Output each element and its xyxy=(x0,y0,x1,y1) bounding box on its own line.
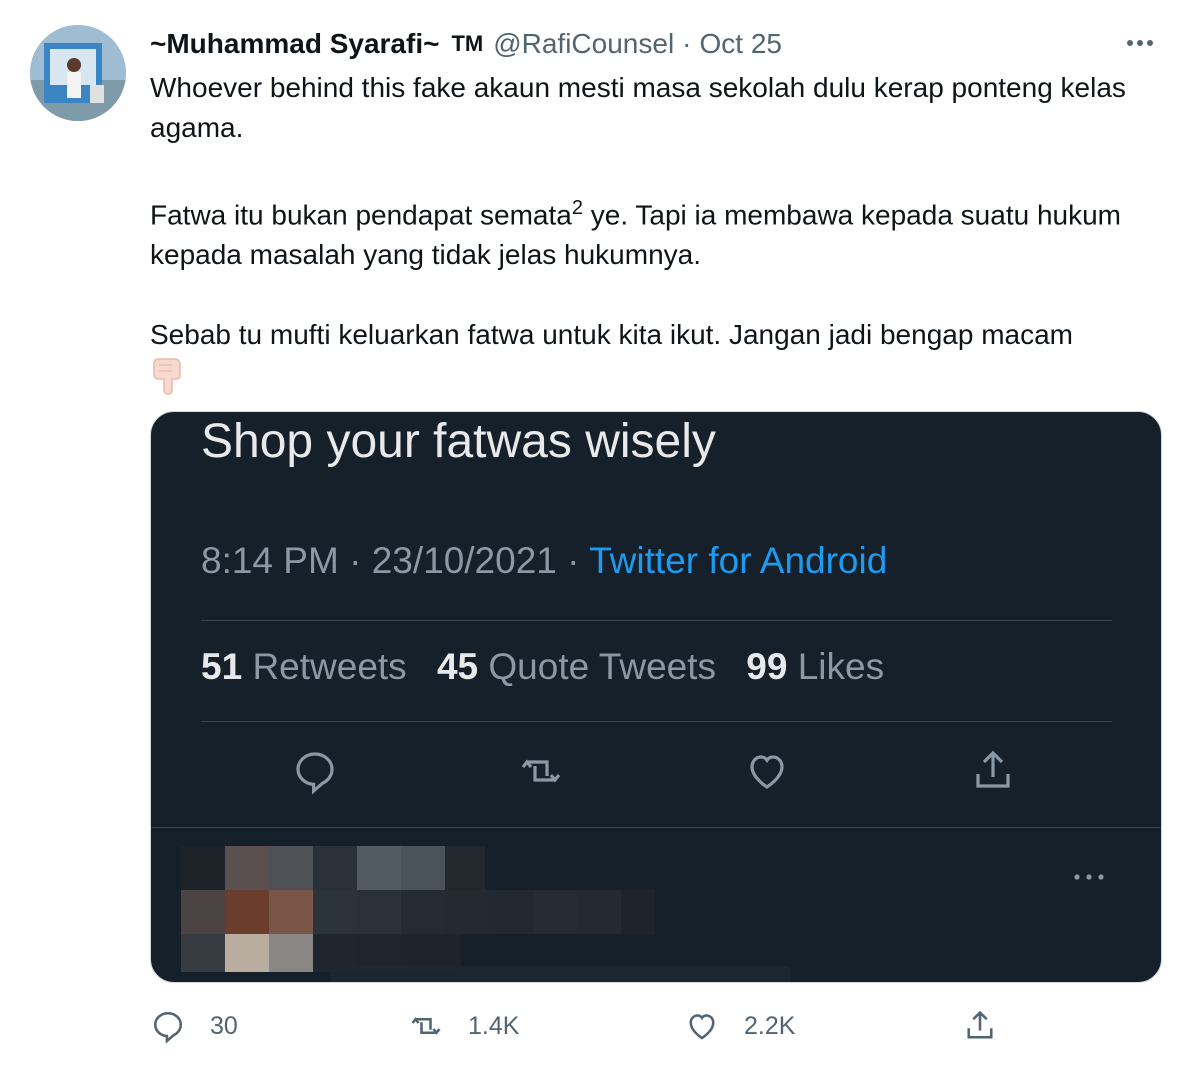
screenshot-date: 23/10/2021 xyxy=(371,540,557,581)
screenshot-source: Twitter for Android xyxy=(589,540,888,581)
reply-icon xyxy=(153,1011,183,1044)
like-icon xyxy=(689,1014,715,1040)
avatar[interactable] xyxy=(30,25,126,121)
name-badge: TM xyxy=(451,31,484,56)
screenshot-likes-label: Likes xyxy=(797,646,885,687)
media-image[interactable]: Shop your fatwas wisely 8:14 PM · 23/10/… xyxy=(150,411,1162,983)
screenshot-tweet-text: Shop your fatwas wisely xyxy=(201,415,716,468)
reply-count: 30 xyxy=(210,1011,238,1040)
screenshot-like-icon xyxy=(750,755,784,789)
more-options-icon[interactable] xyxy=(1122,28,1158,58)
pointing-down-emoji xyxy=(153,358,181,396)
reply-button[interactable]: 30 xyxy=(150,1008,238,1044)
avatar-image xyxy=(30,25,126,121)
tweet-paragraph-3: Sebab tu mufti keluarkan fatwa untuk kit… xyxy=(150,319,1073,351)
screenshot-sep-2: · xyxy=(567,540,580,581)
share-icon xyxy=(967,1010,993,1039)
screenshot-full-divider xyxy=(151,827,1161,828)
tweet-paragraph-2: Fatwa itu bukan pendapat semata2 ye. Tap… xyxy=(150,188,1160,275)
blurred-reply-line xyxy=(331,966,791,982)
separator: · xyxy=(682,28,692,59)
screenshot-time: 8:14 PM xyxy=(201,540,339,581)
screenshot-sep-1: · xyxy=(349,540,362,581)
share-button[interactable] xyxy=(962,1008,998,1044)
screenshot-reply-icon xyxy=(296,752,334,795)
screenshot-retweets-label: Retweets xyxy=(252,646,407,687)
screenshot-retweet-icon xyxy=(521,759,561,783)
screenshot-share-icon xyxy=(976,750,1010,788)
screenshot-more-icon xyxy=(1074,874,1104,880)
tweet-date[interactable]: Oct 25 xyxy=(700,28,782,60)
superscript: 2 xyxy=(571,197,583,219)
screenshot-quotes-label: Quote Tweets xyxy=(488,646,717,687)
retweet-button[interactable]: 1.4K xyxy=(408,1008,519,1044)
tweet-actions: 30 1.4K 2.2K xyxy=(150,1008,1050,1048)
screenshot-divider xyxy=(201,620,1112,621)
retweet-count: 1.4K xyxy=(468,1011,520,1040)
tweet-paragraph-2-start: Fatwa itu bukan pendapat semata xyxy=(150,199,572,231)
screenshot-retweets-count: 51 xyxy=(201,646,243,687)
screenshot-stats: 51 Retweets 45 Quote Tweets 99 Likes xyxy=(201,646,884,688)
retweet-icon xyxy=(411,1017,441,1035)
like-count: 2.2K xyxy=(744,1011,796,1040)
tweet-paragraph-1: Whoever behind this fake akaun mesti mas… xyxy=(150,72,1126,143)
user-handle[interactable]: @RafiCounsel xyxy=(493,28,674,60)
screenshot-quotes-count: 45 xyxy=(436,646,479,687)
like-button[interactable]: 2.2K xyxy=(684,1008,795,1044)
screenshot-likes-count: 99 xyxy=(746,646,788,687)
display-name[interactable]: ~Muhammad Syarafi~ xyxy=(150,28,439,60)
screenshot-actions xyxy=(151,747,1161,807)
tweet-header: ~Muhammad Syarafi~ TM @RafiCounsel · Oct… xyxy=(150,26,1164,62)
screenshot-tweet-meta: 8:14 PM · 23/10/2021 · Twitter for Andro… xyxy=(201,540,887,582)
screenshot-divider xyxy=(201,721,1112,722)
tweet-text: Whoever behind this fake akaun mesti mas… xyxy=(150,68,1160,396)
